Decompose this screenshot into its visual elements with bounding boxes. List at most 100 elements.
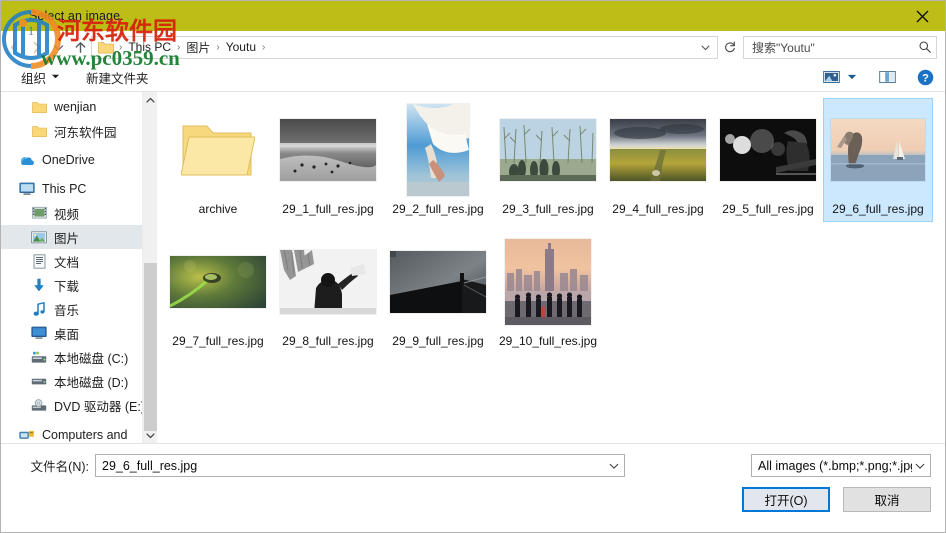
drive-icon bbox=[31, 373, 47, 389]
sidebar-item-documents[interactable]: 文档 bbox=[1, 249, 157, 273]
image-thumbnail bbox=[280, 249, 376, 314]
file-item-image[interactable]: 29_2_full_res.jpg bbox=[383, 98, 493, 222]
file-name-label: 29_8_full_res.jpg bbox=[282, 334, 374, 348]
close-button[interactable] bbox=[899, 1, 945, 31]
file-name-label: archive bbox=[198, 202, 238, 216]
forward-button[interactable] bbox=[25, 35, 47, 59]
sidebar-item-videos[interactable]: 视频 bbox=[1, 201, 157, 225]
documents-icon bbox=[31, 253, 47, 269]
back-button[interactable] bbox=[3, 35, 25, 59]
filename-input[interactable]: 29_6_full_res.jpg bbox=[95, 454, 625, 477]
file-item-image[interactable]: 29_5_full_res.jpg bbox=[713, 98, 823, 222]
breadcrumb-item-youtu[interactable]: Youtu bbox=[221, 38, 261, 56]
file-item-image[interactable]: 29_4_full_res.jpg bbox=[603, 98, 713, 222]
image-thumbnail bbox=[610, 118, 706, 181]
help-button[interactable]: ? bbox=[913, 66, 937, 88]
folder-icon bbox=[98, 40, 114, 54]
file-name-label: 29_5_full_res.jpg bbox=[722, 202, 814, 216]
breadcrumb-separator: › bbox=[262, 41, 266, 53]
sidebar-item-this-pc[interactable]: This PC bbox=[1, 177, 157, 201]
sidebar-item-label: Computers and bbox=[42, 428, 128, 442]
up-button[interactable] bbox=[69, 35, 91, 59]
sidebar-item-local-disk-d[interactable]: 本地磁盘 (D:) bbox=[1, 369, 157, 393]
sidebar-item-network[interactable]: Computers and bbox=[1, 423, 157, 443]
sidebar-scrollbar[interactable] bbox=[142, 92, 157, 443]
navigation-sidebar: wenjian 河东软件园 OneDrive This PC 视频 图片 文档 … bbox=[1, 92, 157, 443]
file-item-image[interactable]: 29_3_full_res.jpg bbox=[493, 98, 603, 222]
svg-text:?: ? bbox=[922, 72, 929, 84]
scroll-down-button[interactable] bbox=[143, 427, 157, 443]
file-item-image[interactable]: 29_10_full_res.jpg bbox=[493, 230, 603, 354]
window-title: Select an image. bbox=[29, 9, 124, 23]
image-thumbnail bbox=[505, 238, 591, 325]
open-button[interactable]: 打开(O) bbox=[742, 487, 830, 512]
thumbnail-container bbox=[826, 102, 930, 197]
thumbnail-container bbox=[496, 102, 600, 197]
breadcrumb-item-pictures[interactable]: 图片 bbox=[181, 37, 215, 58]
file-item-image-selected[interactable]: 29_6_full_res.jpg bbox=[823, 98, 933, 222]
sidebar-item-hedong[interactable]: 河东软件园 bbox=[1, 119, 157, 143]
view-options-dropdown[interactable] bbox=[843, 66, 861, 88]
filetype-select[interactable]: All images (*.bmp;*.png;*.jpg bbox=[751, 454, 931, 477]
sidebar-item-desktop[interactable]: 桌面 bbox=[1, 321, 157, 345]
toolbar: 组织 新建文件夹 ? bbox=[1, 63, 945, 92]
filetype-dropdown-button[interactable] bbox=[912, 455, 928, 476]
preview-pane-button[interactable] bbox=[875, 66, 899, 88]
chevron-down-icon bbox=[53, 44, 63, 51]
file-grid: archive 29_1_full_res.jpg 29_2_full_res.… bbox=[163, 98, 941, 362]
filetype-value: All images (*.bmp;*.png;*.jpg bbox=[758, 458, 912, 473]
sidebar-item-wenjian[interactable]: wenjian bbox=[1, 95, 157, 119]
close-icon bbox=[916, 10, 928, 22]
thumbnail-container bbox=[166, 102, 270, 197]
thumbnail-container bbox=[716, 102, 820, 197]
breadcrumb-item-this-pc[interactable]: This PC bbox=[123, 38, 176, 56]
refresh-button[interactable] bbox=[720, 37, 740, 58]
file-item-image[interactable]: 29_9_full_res.jpg bbox=[383, 230, 493, 354]
view-layout-icon bbox=[822, 70, 840, 84]
up-arrow-icon bbox=[75, 41, 85, 53]
sidebar-item-label: DVD 驱动器 (E:) bbox=[54, 399, 145, 414]
thumbnail-container bbox=[386, 234, 490, 329]
file-item-folder[interactable]: archive bbox=[163, 98, 273, 222]
image-thumbnail bbox=[280, 118, 376, 181]
thumbnail-container bbox=[276, 234, 380, 329]
onedrive-cloud-icon bbox=[19, 152, 35, 168]
title-bar: Select an image. bbox=[1, 1, 945, 31]
file-item-image[interactable]: 29_1_full_res.jpg bbox=[273, 98, 383, 222]
sidebar-item-pictures[interactable]: 图片 bbox=[1, 225, 157, 249]
thumbnail-container bbox=[386, 102, 490, 197]
file-item-image[interactable]: 29_8_full_res.jpg bbox=[273, 230, 383, 354]
scroll-up-button[interactable] bbox=[143, 92, 157, 108]
file-open-dialog: Select an image. › This PC › 图片 › Youtu … bbox=[0, 0, 946, 533]
recent-locations-button[interactable] bbox=[47, 35, 69, 59]
chevron-down-icon bbox=[701, 45, 709, 50]
sidebar-item-onedrive[interactable]: OneDrive bbox=[1, 148, 157, 172]
cancel-button[interactable]: 取消 bbox=[843, 487, 931, 512]
chevron-down-icon bbox=[146, 432, 155, 438]
sidebar-item-label: 图片 bbox=[54, 231, 80, 246]
organize-button[interactable]: 组织 bbox=[15, 65, 66, 90]
file-list-pane[interactable]: archive 29_1_full_res.jpg 29_2_full_res.… bbox=[157, 92, 945, 443]
system-drive-icon bbox=[31, 349, 47, 365]
address-dropdown-button[interactable] bbox=[695, 37, 715, 58]
search-input[interactable]: 搜索"Youtu" bbox=[752, 39, 918, 56]
search-box[interactable]: 搜索"Youtu" bbox=[743, 35, 937, 59]
thumbnail-container bbox=[496, 234, 600, 329]
sidebar-item-local-disk-c[interactable]: 本地磁盘 (C:) bbox=[1, 345, 157, 369]
sidebar-item-label: 本地磁盘 (D:) bbox=[54, 375, 129, 390]
new-folder-button[interactable]: 新建文件夹 bbox=[80, 65, 155, 90]
sidebar-item-label: This PC bbox=[42, 182, 87, 196]
address-bar[interactable]: › This PC › 图片 › Youtu › bbox=[91, 35, 718, 59]
filename-dropdown-button[interactable] bbox=[605, 455, 622, 476]
file-item-image[interactable]: 29_7_full_res.jpg bbox=[163, 230, 273, 354]
sidebar-item-dvd-drive-e[interactable]: DVD 驱动器 (E:) bbox=[1, 393, 157, 417]
sidebar-item-label: 河东软件园 bbox=[54, 125, 117, 140]
file-name-label: 29_3_full_res.jpg bbox=[502, 202, 594, 216]
change-view-button[interactable] bbox=[819, 66, 843, 88]
sidebar-item-downloads[interactable]: 下载 bbox=[1, 273, 157, 297]
thumbnail-container bbox=[606, 102, 710, 197]
scrollbar-thumb[interactable] bbox=[144, 263, 157, 431]
back-arrow-icon bbox=[10, 41, 17, 53]
sidebar-item-music[interactable]: 音乐 bbox=[1, 297, 157, 321]
file-name-label: 29_1_full_res.jpg bbox=[282, 202, 374, 216]
